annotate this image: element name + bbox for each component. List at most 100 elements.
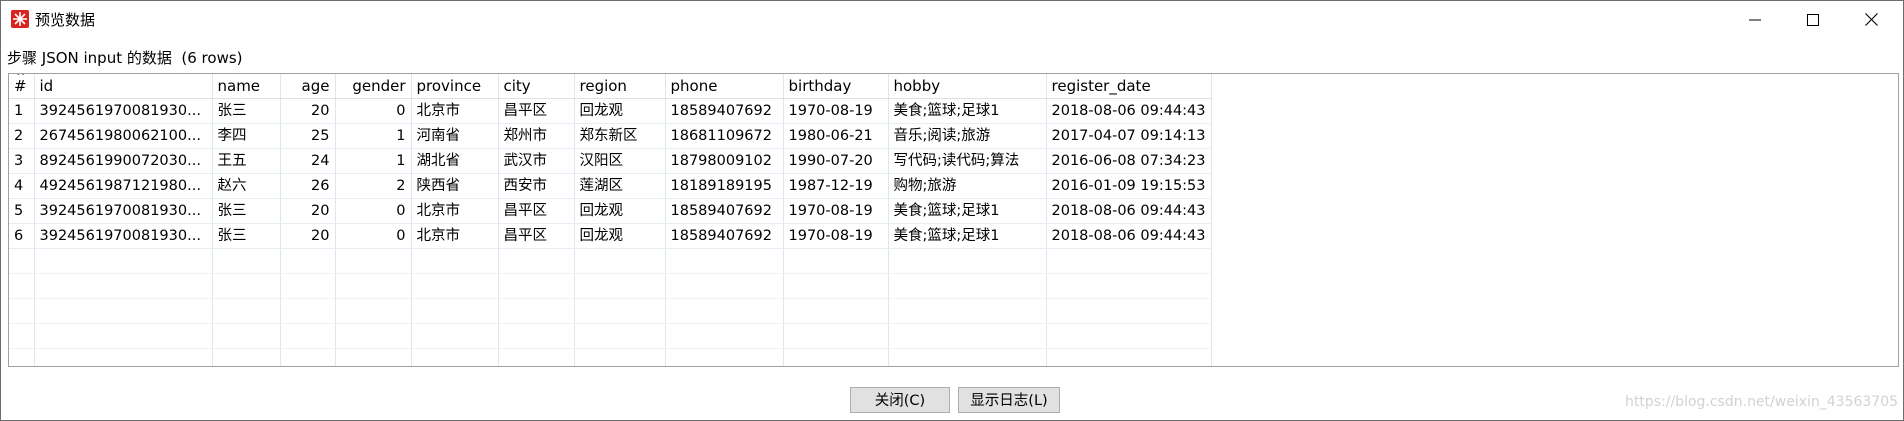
table-cell[interactable]: 25 [280,123,336,149]
empty-cell [783,248,889,274]
table-cell[interactable]: 昌平区 [498,98,575,124]
table-cell[interactable]: 写代码;读代码;算法 [888,148,1047,174]
table-cell[interactable]: 2674561980062100... [34,123,213,149]
table-cell[interactable]: 20 [280,223,336,249]
table-row[interactable]: 4 4924561987121980... 赵六 26 2 陕西省 西安市 莲湖区 181891… [9,173,1212,199]
table-cell[interactable]: 4 [9,173,35,199]
table-cell[interactable]: 张三 [212,98,281,124]
table-cell[interactable]: 2016-01-09 19:15:53 [1046,173,1212,199]
table-row[interactable]: 2 2674561980062100... 李四 25 1 河南省 郑州市 郑东新区 18681… [9,123,1212,149]
table-cell[interactable]: 20 [280,198,336,224]
table-cell[interactable]: 北京市 [411,98,499,124]
table-cell[interactable]: 美食;篮球;足球1 [888,198,1047,224]
column-header-hobby[interactable]: hobby [888,74,1047,99]
column-header-age[interactable]: age [280,74,336,99]
table-cell[interactable]: 3924561970081930... [34,98,213,124]
table-cell[interactable]: 3924561970081930... [34,223,213,249]
table-cell[interactable]: 0 [335,98,412,124]
column-header-gender[interactable]: gender [335,74,412,99]
table-cell[interactable]: 美食;篮球;足球1 [888,98,1047,124]
table-cell[interactable]: 1 [9,98,35,124]
data-table[interactable]: ^ # id name age gender province city reg… [9,74,1212,366]
column-header-city[interactable]: city [498,74,575,99]
table-cell[interactable]: 18681109672 [665,123,784,149]
table-cell[interactable]: 24 [280,148,336,174]
table-cell[interactable]: 18589407692 [665,223,784,249]
table-cell[interactable]: 郑州市 [498,123,575,149]
table-cell[interactable]: 张三 [212,223,281,249]
table-cell[interactable]: 2018-08-06 09:44:43 [1046,198,1212,224]
table-cell[interactable]: 赵六 [212,173,281,199]
column-header-register-date[interactable]: register_date [1046,74,1212,99]
table-cell[interactable]: 李四 [212,123,281,149]
table-cell[interactable]: 莲湖区 [574,173,666,199]
table-cell[interactable]: 6 [9,223,35,249]
table-cell[interactable]: 0 [335,198,412,224]
table-cell[interactable]: 4924561987121980... [34,173,213,199]
table-cell[interactable]: 郑东新区 [574,123,666,149]
table-cell[interactable]: 0 [335,223,412,249]
column-header-phone[interactable]: phone [665,74,784,99]
table-cell[interactable]: 20 [280,98,336,124]
table-cell[interactable]: 18589407692 [665,98,784,124]
table-cell[interactable]: 2 [335,173,412,199]
table-cell[interactable]: 北京市 [411,198,499,224]
table-cell[interactable]: 2017-04-07 09:14:13 [1046,123,1212,149]
data-grid[interactable]: ^ # id name age gender province city reg… [8,73,1899,367]
table-cell[interactable]: 昌平区 [498,198,575,224]
table-cell[interactable]: 1 [335,148,412,174]
show-log-button[interactable]: 显示日志(L) [958,387,1060,413]
table-cell[interactable]: 武汉市 [498,148,575,174]
column-header-birthday[interactable]: birthday [783,74,889,99]
table-cell[interactable]: 3924561970081930... [34,198,213,224]
table-cell[interactable]: 音乐;阅读;旅游 [888,123,1047,149]
table-cell[interactable]: 2 [9,123,35,149]
table-cell[interactable]: 18189189195 [665,173,784,199]
table-cell[interactable]: 购物;旅游 [888,173,1047,199]
table-cell[interactable]: 2018-08-06 09:44:43 [1046,223,1212,249]
column-header-id[interactable]: id [34,74,213,99]
table-cell[interactable]: 陕西省 [411,173,499,199]
table-cell[interactable]: 2018-08-06 09:44:43 [1046,98,1212,124]
close-window-button[interactable] [1842,1,1900,39]
table-cell[interactable]: 西安市 [498,173,575,199]
table-cell[interactable]: 26 [280,173,336,199]
table-cell[interactable]: 1970-08-19 [783,223,889,249]
table-cell[interactable]: 18798009102 [665,148,784,174]
table-cell[interactable]: 湖北省 [411,148,499,174]
table-cell[interactable]: 1990-07-20 [783,148,889,174]
table-cell[interactable]: 5 [9,198,35,224]
table-cell[interactable]: 回龙观 [574,198,666,224]
close-button[interactable]: 关闭(C) [850,387,950,413]
table-cell[interactable]: 18589407692 [665,198,784,224]
column-header-region[interactable]: region [574,74,666,99]
table-row[interactable]: 5 3924561970081930... 张三 20 0 北京市 昌平区 回龙观 185894… [9,198,1212,224]
maximize-button[interactable] [1784,1,1842,39]
column-header-rownum[interactable]: ^ # [9,74,35,99]
table-cell[interactable]: 汉阳区 [574,148,666,174]
table-cell[interactable]: 1970-08-19 [783,98,889,124]
table-cell[interactable]: 8924561990072030... [34,148,213,174]
table-cell[interactable]: 昌平区 [498,223,575,249]
table-row[interactable]: 1 3924561970081930... 张三 20 0 北京市 昌平区 回龙观 185894… [9,98,1212,124]
table-cell[interactable]: 1970-08-19 [783,198,889,224]
column-header-province[interactable]: province [411,74,499,99]
table-cell[interactable]: 美食;篮球;足球1 [888,223,1047,249]
table-cell[interactable]: 北京市 [411,223,499,249]
table-cell[interactable]: 3 [9,148,35,174]
table-cell[interactable]: 1980-06-21 [783,123,889,149]
table-cell[interactable]: 河南省 [411,123,499,149]
table-cell[interactable]: 回龙观 [574,98,666,124]
table-cell[interactable]: 1 [335,123,412,149]
empty-cell [335,348,412,366]
minimize-button[interactable] [1726,1,1784,39]
table-cell[interactable]: 2016-06-08 07:34:23 [1046,148,1212,174]
title-bar[interactable]: 预览数据 [1,1,1903,39]
table-row[interactable]: 6 3924561970081930... 张三 20 0 北京市 昌平区 回龙观 185894… [9,223,1212,249]
table-cell[interactable]: 王五 [212,148,281,174]
table-cell[interactable]: 张三 [212,198,281,224]
table-cell[interactable]: 1987-12-19 [783,173,889,199]
table-row[interactable]: 3 8924561990072030... 王五 24 1 湖北省 武汉市 汉阳区 187980… [9,148,1212,174]
table-cell[interactable]: 回龙观 [574,223,666,249]
column-header-name[interactable]: name [212,74,281,99]
